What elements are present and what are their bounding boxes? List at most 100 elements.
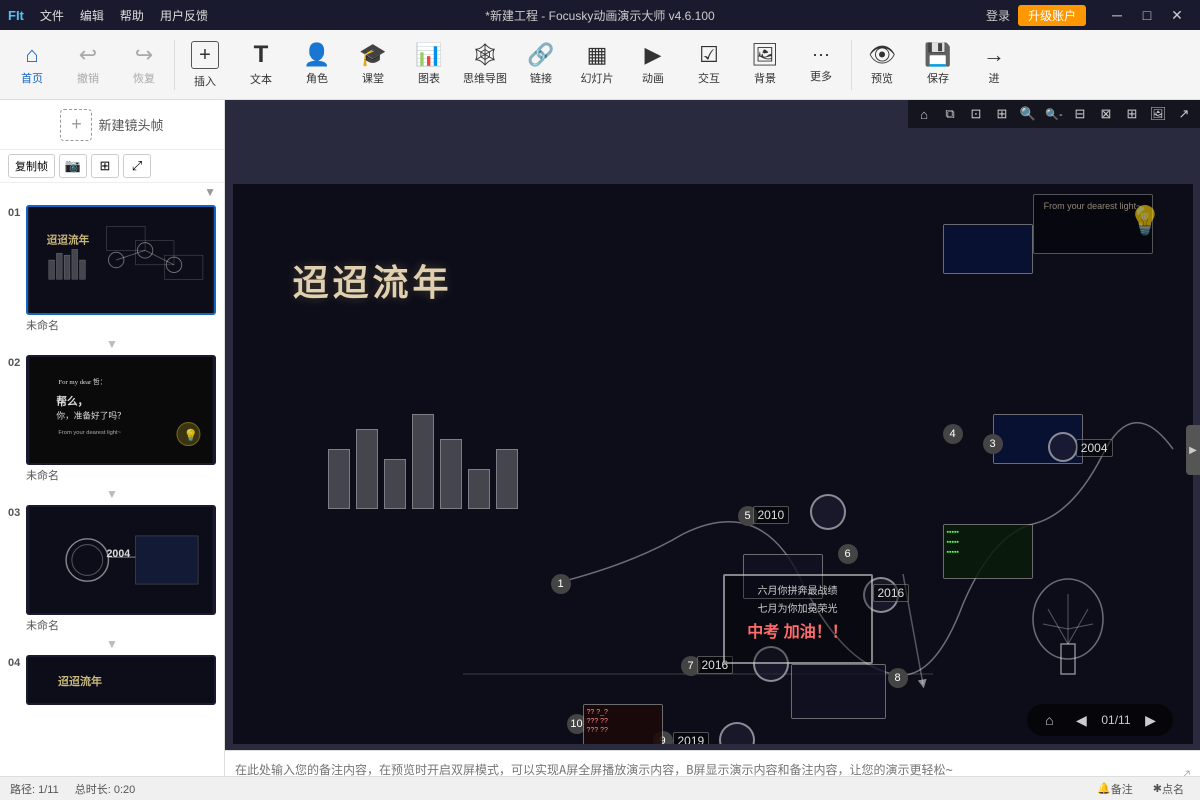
slide-item-01[interactable]: 01 迢迢流年 xyxy=(4,205,220,351)
screenshot-btn[interactable]: 📷 xyxy=(59,154,87,178)
bottom-nav: ⌂ ◀ 01/11 ▶ xyxy=(1027,704,1172,736)
anim-icon: ▶ xyxy=(645,44,662,66)
ct-photo-btn[interactable]: 🖼 xyxy=(1146,102,1170,126)
tb-nav[interactable]: → 进 xyxy=(966,34,1022,96)
new-frame-label: 新建镜头帧 xyxy=(98,115,163,134)
right-panel-collapse[interactable]: ▶ xyxy=(1186,425,1200,475)
slide-icon: ▦ xyxy=(587,44,608,66)
tb-save[interactable]: 💾 保存 xyxy=(910,34,966,96)
nav-next-btn[interactable]: ▶ xyxy=(1139,708,1163,732)
canvas-toolbar: ⌂ ⧉ ⊡ ⊞ 🔍 🔍- ⊟ ⊠ ⊞ 🖼 ↗ xyxy=(908,100,1200,128)
menu-help[interactable]: 帮助 xyxy=(120,7,144,24)
circle-2004 xyxy=(1048,432,1078,462)
undo-icon: ↩ xyxy=(79,44,97,66)
ct-export-btn[interactable]: ↗ xyxy=(1172,102,1196,126)
tb-home[interactable]: ⌂ 首页 xyxy=(4,34,60,96)
more-icon: ⋯ xyxy=(812,46,830,64)
maximize-btn[interactable]: □ xyxy=(1132,0,1162,30)
menu-edit[interactable]: 编辑 xyxy=(80,7,104,24)
mindmap-icon: 🕸 xyxy=(471,44,499,66)
tb-chart[interactable]: 📊 图表 xyxy=(401,34,457,96)
tb-link-label: 链接 xyxy=(530,70,552,86)
ct-paste-btn[interactable]: ⊞ xyxy=(990,102,1014,126)
tb-save-label: 保存 xyxy=(927,70,949,86)
text-icon: T xyxy=(254,43,269,67)
pres-title: 迢迢流年 xyxy=(293,254,453,306)
ct-zoomout-btn[interactable]: 🔍- xyxy=(1042,102,1066,126)
new-frame-area[interactable]: + 新建镜头帧 xyxy=(0,100,224,150)
tb-redo-label: 恢复 xyxy=(133,70,155,86)
lightbulb-icon: 💡 xyxy=(1128,204,1163,237)
copy-frame-btn[interactable]: 复制帧 xyxy=(8,154,55,178)
tb-nav-label: 进 xyxy=(989,70,1000,86)
slide-name-01: 未命名 xyxy=(26,317,220,335)
tb-link[interactable]: 🔗 链接 xyxy=(513,34,569,96)
panel-scroll-down[interactable]: ▼ xyxy=(204,185,216,199)
ct-copy2-btn[interactable]: ⊡ xyxy=(964,102,988,126)
login-btn[interactable]: 登录 xyxy=(986,7,1010,24)
ct-home-btn[interactable]: ⌂ xyxy=(912,102,936,126)
tb-anim-label: 动画 xyxy=(642,70,664,86)
tb-anim[interactable]: ▶ 动画 xyxy=(625,34,681,96)
ct-align-btn[interactable]: ⊞ xyxy=(1120,102,1144,126)
tb-more-label: 更多 xyxy=(810,68,832,84)
slide-item-04[interactable]: 04 迢迢流年 xyxy=(4,655,220,705)
fitscreen-btn[interactable]: ⊞ xyxy=(91,154,119,178)
canvas-area: ⌂ ⧉ ⊡ ⊞ 🔍 🔍- ⊟ ⊠ ⊞ 🖼 ↗ 迢迢流年 From your de… xyxy=(225,100,1200,800)
points-status-btn[interactable]: ✱ 点名 xyxy=(1147,779,1190,799)
tb-undo[interactable]: ↩ 撤销 xyxy=(60,34,116,96)
page-info: 01/11 xyxy=(1101,713,1130,727)
preview-icon: 👁 xyxy=(868,44,896,66)
tb-slide-label: 幻灯片 xyxy=(581,70,614,86)
bg-icon: 🖼 xyxy=(751,44,779,66)
year-2004: 2004 xyxy=(1076,439,1113,457)
close-btn[interactable]: ✕ xyxy=(1162,0,1192,30)
exam-line2: 七月为你加冕荣光 xyxy=(731,600,865,615)
frame-num-3: 3 xyxy=(983,434,1003,454)
nav-prev-btn[interactable]: ◀ xyxy=(1069,708,1093,732)
tb-text[interactable]: T 文本 xyxy=(233,34,289,96)
tb-insert[interactable]: + 插入 xyxy=(177,34,233,96)
frame-box-10: ?? ?_? ??? ?? ??? ?? xyxy=(583,704,663,744)
tb-bg[interactable]: 🖼 背景 xyxy=(737,34,793,96)
slide-num-01: 01 xyxy=(8,207,20,219)
upgrade-btn[interactable]: 升级账户 xyxy=(1018,5,1086,26)
tb-preview[interactable]: 👁 预览 xyxy=(854,34,910,96)
tb-redo[interactable]: ↪ 恢复 xyxy=(116,34,172,96)
tb-mindmap[interactable]: 🕸 思维导图 xyxy=(457,34,513,96)
frame-num-4: 4 xyxy=(943,424,963,444)
tb-bg-label: 背景 xyxy=(754,70,776,86)
slide-name-03: 未命名 xyxy=(26,617,220,635)
ct-copy-btn[interactable]: ⧉ xyxy=(938,102,962,126)
tb-class[interactable]: 🎓 课堂 xyxy=(345,34,401,96)
slide-item-02[interactable]: 02 For my dear 哲： 帮么， 你，准备好了吗？ From your… xyxy=(4,355,220,501)
link-icon: 🔗 xyxy=(527,44,554,66)
notes-status-btn[interactable]: 🔔 备注 xyxy=(1091,779,1139,799)
menu-feedback[interactable]: 用户反馈 xyxy=(160,7,208,24)
nav-icon: → xyxy=(983,44,1005,66)
duration-info: 总时长: 0:20 xyxy=(75,781,136,797)
new-frame-icon: + xyxy=(60,109,92,141)
tb-preview-label: 预览 xyxy=(871,70,893,86)
tb-more[interactable]: ⋯ 更多 xyxy=(793,34,849,96)
ct-fit-btn[interactable]: ⊟ xyxy=(1068,102,1092,126)
character-icon: 👤 xyxy=(303,44,330,66)
path-info: 路径: 1/11 xyxy=(10,781,59,797)
svg-text:帮么，: 帮么， xyxy=(56,395,88,408)
statusbar: 路径: 1/11 总时长: 0:20 🔔 备注 ✱ 点名 xyxy=(0,776,1200,800)
exam-box: 六月你拼奔最战绩 七月为你加冕荣光 中考 加油！！ xyxy=(723,574,873,664)
minimize-btn[interactable]: ─ xyxy=(1102,0,1132,30)
tb-class-label: 课堂 xyxy=(362,70,384,86)
ct-zoomin-btn[interactable]: 🔍 xyxy=(1016,102,1040,126)
nav-home-btn[interactable]: ⌂ xyxy=(1037,708,1061,732)
ct-grid-btn[interactable]: ⊠ xyxy=(1094,102,1118,126)
slide-num-02: 02 xyxy=(8,357,20,369)
tb-slide[interactable]: ▦ 幻灯片 xyxy=(569,34,625,96)
tb-interact[interactable]: ☑ 交互 xyxy=(681,34,737,96)
slide-timer-icon-01: ▼ xyxy=(106,337,118,351)
tb-character[interactable]: 👤 角色 xyxy=(289,34,345,96)
menu-file[interactable]: 文件 xyxy=(40,7,64,24)
year-2019: 2019 xyxy=(673,732,710,744)
slide-item-03[interactable]: 03 2004 未命名 ▼ xyxy=(4,505,220,651)
expand-btn[interactable]: ⤢ xyxy=(123,154,151,178)
